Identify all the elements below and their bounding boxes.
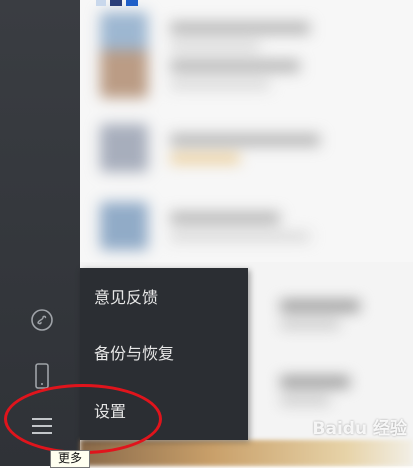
menu-item-backup-restore[interactable]: 备份与恢复 [80, 326, 248, 382]
highlight-ellipse [4, 384, 162, 454]
baidu-watermark: Baidu 经验 [312, 419, 407, 439]
miniprogram-icon [30, 308, 54, 332]
menu-item-feedback[interactable]: 意见反馈 [80, 270, 248, 326]
more-tooltip: 更多 [50, 450, 90, 468]
miniprogram-button[interactable] [22, 300, 62, 340]
phone-icon [32, 363, 52, 389]
top-icons [96, 0, 146, 6]
